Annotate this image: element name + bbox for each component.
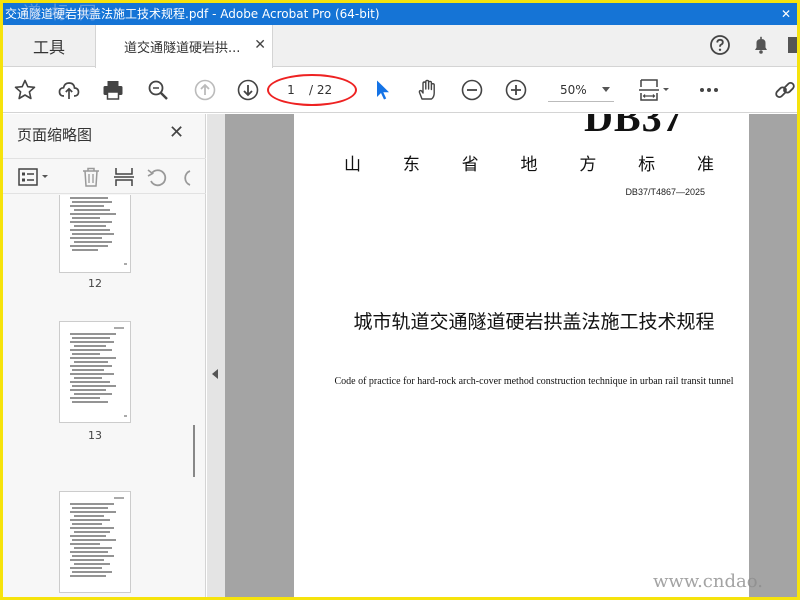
acrobat-window: 交通隧道硬岩拱盖法施工技术规程.pdf - Adobe Acrobat Pro … [3, 3, 797, 597]
heading-char: 准 [696, 155, 714, 175]
panel-splitter[interactable] [207, 114, 225, 597]
thumbnail-scrollbar[interactable] [189, 195, 199, 597]
hand-icon[interactable] [415, 78, 439, 102]
thumbnail-options-icon[interactable] [17, 165, 53, 189]
heading-char: 东 [402, 155, 420, 175]
heading-char: 省 [461, 155, 479, 175]
standard-number: DB37/T4867—2025 [625, 187, 705, 197]
rotate-right-icon[interactable] [178, 165, 198, 189]
document-title-en: Code of practice for hard-rock arch-cove… [334, 376, 734, 387]
page-down-icon[interactable] [236, 78, 260, 102]
main-toolbar: / 22 50% [3, 68, 797, 113]
zoom-level-value: 50% [560, 83, 587, 97]
heading-char: 山 [344, 155, 361, 175]
window-title: 交通隧道硬岩拱盖法施工技术规程.pdf - Adobe Acrobat Pro … [5, 7, 380, 21]
panel-close-icon[interactable]: ✕ [169, 122, 184, 143]
page-fit-icon[interactable] [637, 78, 673, 102]
collapse-panel-icon[interactable] [212, 369, 218, 379]
account-icon[interactable] [786, 33, 797, 57]
page-thumbnails-panel: 页面缩略图 ✕ 12 13 [3, 114, 206, 597]
document-view[interactable]: DB37 山 东 省 地 方 标 准 DB37/T4867—2025 城市轨道交… [225, 114, 797, 597]
zoom-level-select[interactable]: 50% [548, 78, 614, 102]
rotate-left-icon[interactable] [145, 165, 169, 189]
zoom-in-icon[interactable] [504, 78, 528, 102]
thumbnail-label: 12 [88, 277, 102, 290]
thumbnail-page[interactable] [59, 321, 131, 423]
red-annotation-ellipse [267, 74, 357, 106]
thumbnail-label: 13 [88, 429, 102, 442]
window-titlebar: 交通隧道硬岩拱盖法施工技术规程.pdf - Adobe Acrobat Pro … [3, 3, 797, 25]
select-arrow-icon[interactable] [371, 78, 395, 102]
link-icon[interactable] [773, 78, 797, 102]
insert-page-icon[interactable] [112, 165, 136, 189]
thumbnail-page[interactable] [59, 195, 131, 273]
thumbnail-list: 12 13 [3, 195, 206, 597]
cloud-upload-icon[interactable] [57, 78, 81, 102]
page-up-icon[interactable] [193, 78, 217, 102]
tab-document[interactable]: 道交通隧道硬岩拱... ✕ [95, 25, 273, 68]
watermark-bottom: www.cndao. [653, 571, 763, 592]
help-icon[interactable] [708, 33, 732, 57]
thumbnail-page[interactable] [59, 491, 131, 593]
heading-char: 标 [638, 155, 656, 175]
star-icon[interactable] [13, 78, 37, 102]
zoom-search-icon[interactable] [146, 78, 170, 102]
pdf-page: DB37 山 东 省 地 方 标 准 DB37/T4867—2025 城市轨道交… [294, 114, 749, 597]
panel-toolbar [3, 158, 206, 194]
scrollbar-thumb[interactable] [193, 425, 195, 477]
trash-icon[interactable] [79, 165, 103, 189]
province-standard-heading: 山 东 省 地 方 标 准 [344, 150, 714, 175]
standard-logo: DB37 [584, 114, 684, 140]
tab-document-label: 道交通隧道硬岩拱... [124, 41, 241, 56]
heading-char: 方 [579, 155, 597, 175]
zoom-out-icon[interactable] [460, 78, 484, 102]
print-icon[interactable] [101, 78, 125, 102]
tab-row: 工具 道交通隧道硬岩拱... ✕ [3, 25, 797, 68]
more-icon[interactable] [697, 78, 721, 102]
tab-tools[interactable]: 工具 [3, 25, 95, 67]
heading-char: 地 [520, 155, 538, 175]
notification-bell-icon[interactable] [749, 33, 773, 57]
window-close-icon[interactable]: ✕ [781, 3, 791, 25]
panel-title: 页面缩略图 [17, 126, 93, 144]
document-title-cn: 城市轨道交通隧道硬岩拱盖法施工技术规程 [353, 311, 715, 333]
chevron-down-icon [602, 87, 610, 92]
tab-close-icon[interactable]: ✕ [254, 37, 266, 53]
